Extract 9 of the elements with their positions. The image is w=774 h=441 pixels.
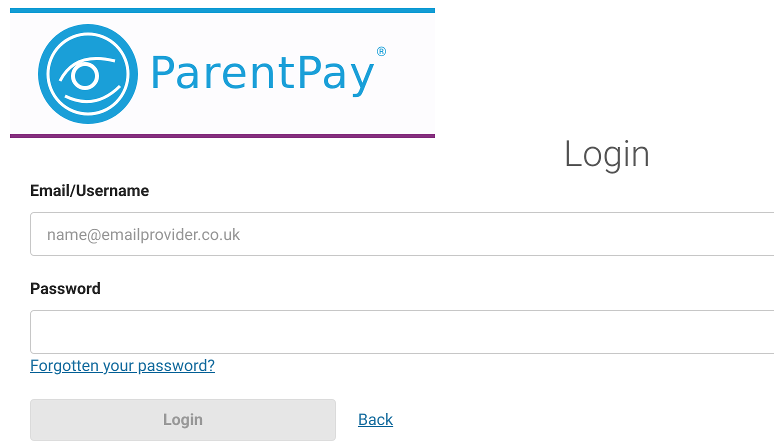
field-label: Email/Username bbox=[30, 181, 150, 201]
forgot-password-link[interactable]: Forgotten your password? bbox=[30, 356, 215, 376]
page-title: Login bbox=[563, 132, 651, 176]
back-link[interactable]: Back bbox=[358, 408, 394, 432]
field-label: Password bbox=[30, 279, 102, 299]
input-field[interactable]: name@emailprovider.co.uk bbox=[30, 212, 774, 256]
registered-mark: ® bbox=[376, 44, 387, 62]
logo-text: ParentPay bbox=[149, 52, 376, 96]
input-field[interactable] bbox=[30, 310, 774, 354]
